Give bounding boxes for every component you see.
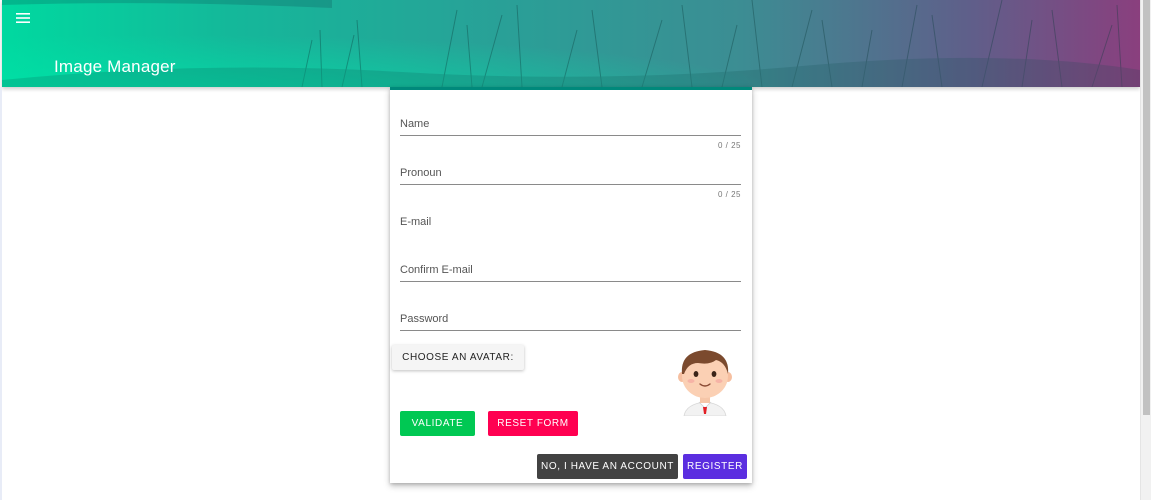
password-underline (400, 330, 741, 331)
password-field[interactable]: Password (400, 313, 741, 331)
cartoon-avatar-icon[interactable] (670, 344, 740, 416)
name-underline (400, 135, 741, 136)
pronoun-underline (400, 184, 741, 185)
have-account-button[interactable]: No, I have an account (537, 454, 678, 479)
scrollbar-thumb[interactable] (1143, 0, 1150, 415)
name-label: Name (400, 118, 430, 130)
register-button[interactable]: Register (683, 454, 747, 479)
pronoun-counter: 0 / 25 (717, 190, 741, 199)
hamburger-menu-icon (16, 13, 30, 23)
confirm-email-underline (400, 281, 741, 282)
password-label: Password (400, 313, 449, 325)
confirm-email-field[interactable]: Confirm E-mail (400, 264, 741, 282)
hamburger-menu-button[interactable] (12, 8, 34, 28)
page-left-edge (0, 87, 2, 500)
header-banner: Image Manager (2, 0, 1140, 87)
email-label: E-mail (400, 216, 432, 228)
confirm-email-label: Confirm E-mail (400, 264, 473, 276)
vertical-scrollbar[interactable] (1140, 0, 1151, 500)
choose-avatar-button[interactable]: Choose an avatar: (392, 345, 524, 370)
name-counter: 0 / 25 (717, 141, 741, 150)
email-field[interactable]: E-mail (400, 216, 741, 233)
registration-card: Name 0 / 25 Pronoun 0 / 25 E-mail Confir… (390, 87, 752, 483)
pronoun-field[interactable]: Pronoun 0 / 25 (400, 167, 741, 199)
app-title: Image Manager (54, 57, 176, 76)
name-field[interactable]: Name 0 / 25 (400, 118, 741, 150)
app-root: Image Manager Name 0 / 25 Pronoun 0 / 25… (0, 0, 1151, 500)
reset-form-button[interactable]: Reset Form (488, 411, 578, 436)
pronoun-label: Pronoun (400, 167, 442, 179)
validate-button[interactable]: Validate (400, 411, 475, 436)
